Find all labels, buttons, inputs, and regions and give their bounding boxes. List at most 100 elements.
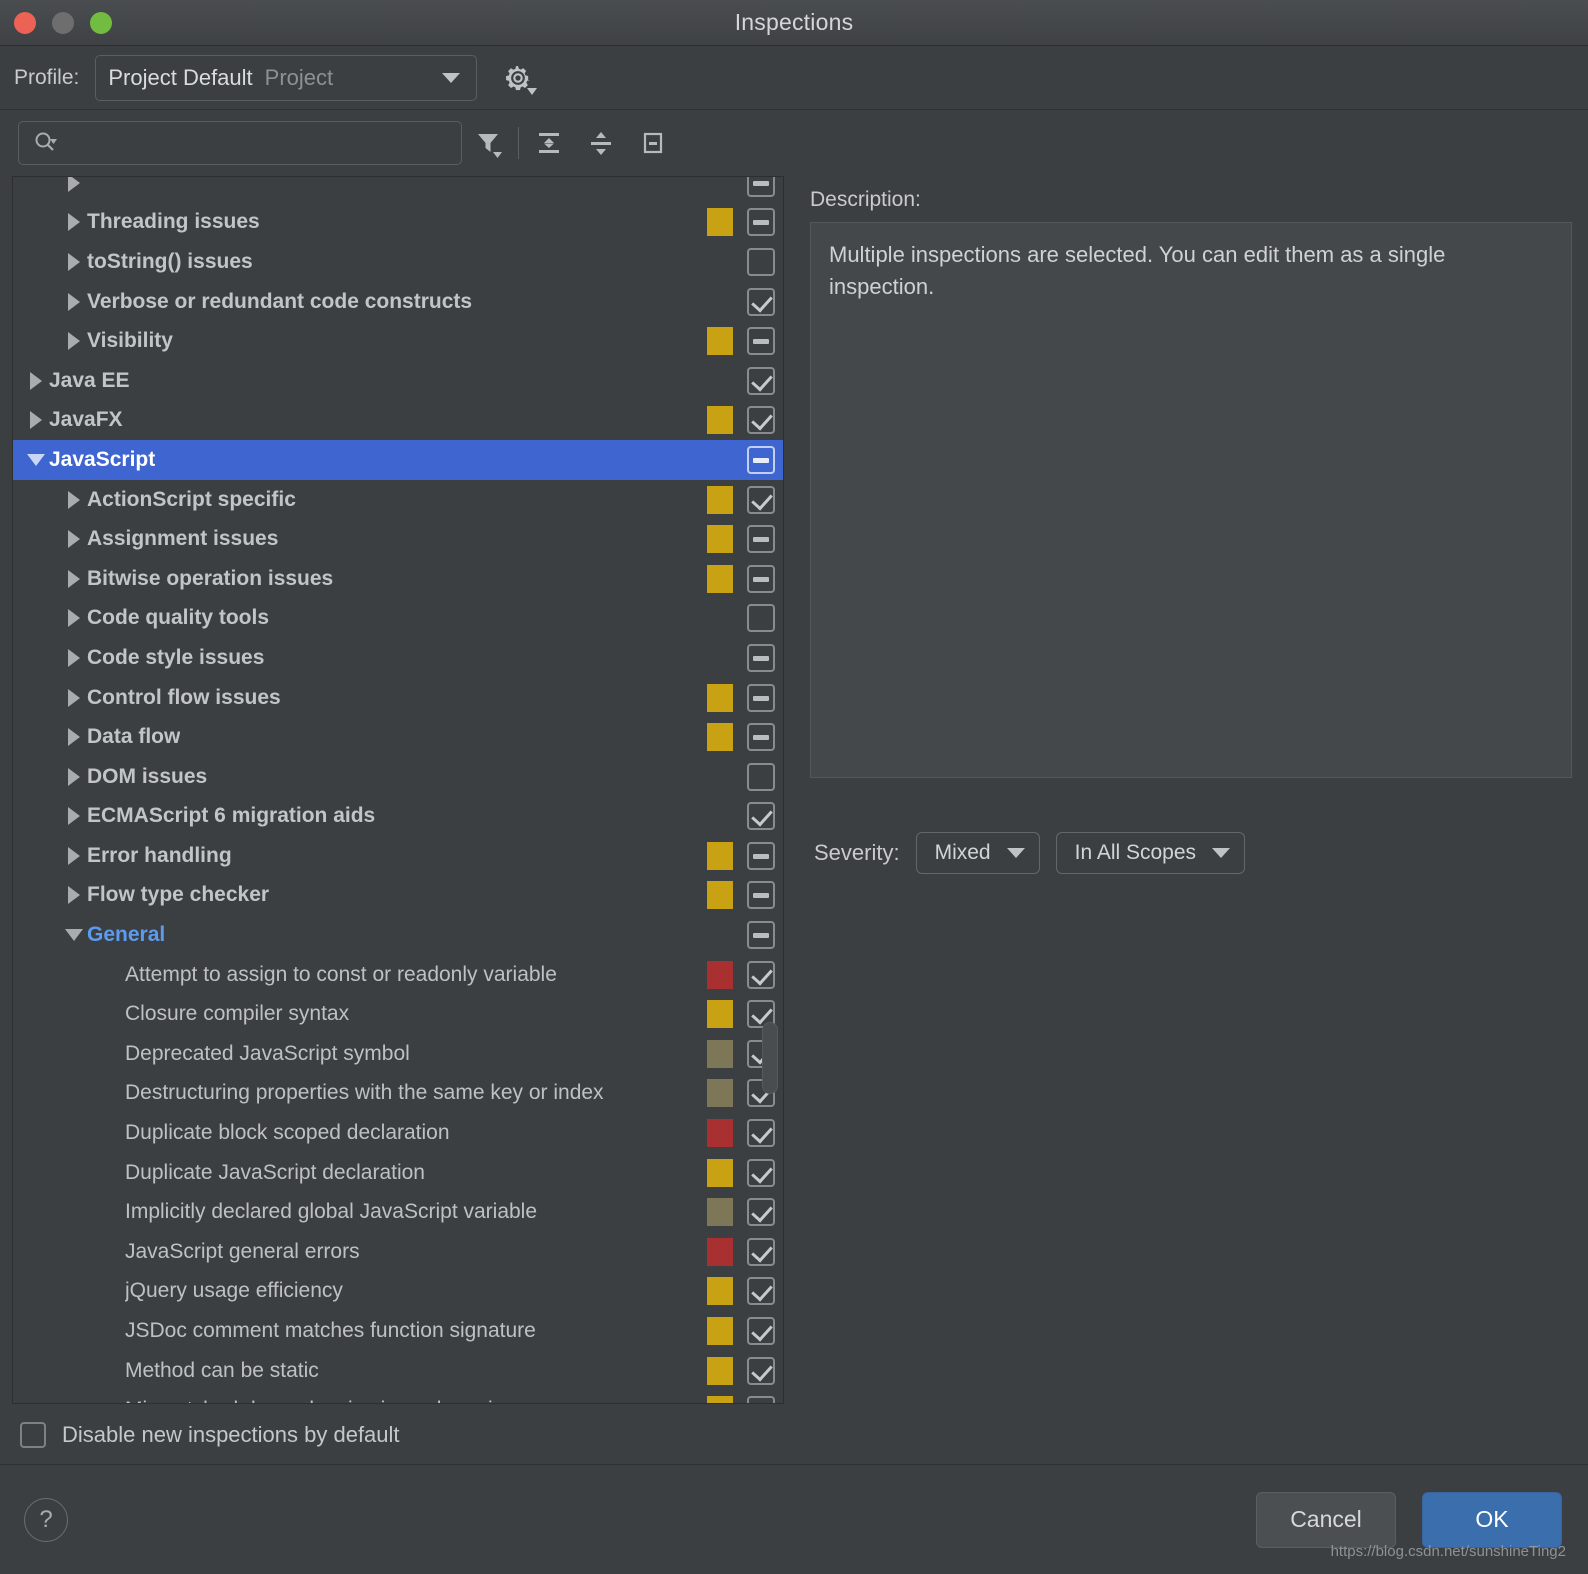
tree-row[interactable]: Code quality tools	[13, 599, 783, 639]
enable-inspection-checkbox[interactable]	[747, 841, 775, 870]
profile-settings-button[interactable]	[495, 56, 541, 100]
enable-inspection-checkbox[interactable]	[747, 1396, 775, 1403]
chevron-down-icon[interactable]	[61, 929, 87, 942]
severity-select[interactable]: Mixed	[915, 832, 1040, 874]
enable-inspection-checkbox[interactable]	[747, 604, 775, 633]
enable-inspection-checkbox[interactable]	[747, 762, 775, 791]
tree-row[interactable]: Mismatched dependencies in package.json	[13, 1390, 783, 1403]
tree-row[interactable]: JavaScript	[13, 440, 783, 480]
enable-inspection-checkbox[interactable]	[747, 247, 775, 276]
enable-inspection-checkbox[interactable]	[747, 177, 775, 197]
chevron-right-icon[interactable]	[61, 846, 87, 865]
minimize-button[interactable]	[52, 11, 74, 34]
tree-row[interactable]: Deprecated JavaScript symbol	[13, 1034, 783, 1074]
chevron-right-icon[interactable]	[61, 609, 87, 628]
enable-inspection-checkbox[interactable]	[747, 960, 775, 989]
tree-row[interactable]: Implicitly declared global JavaScript va…	[13, 1192, 783, 1232]
chevron-right-icon[interactable]	[61, 252, 87, 271]
ok-button[interactable]: OK	[1422, 1491, 1562, 1548]
zoom-button[interactable]	[90, 11, 112, 34]
scope-select[interactable]: In All Scopes	[1055, 832, 1246, 874]
tree-row[interactable]: Data flow	[13, 717, 783, 757]
tree-row[interactable]: Method can be static	[13, 1351, 783, 1391]
tree-row[interactable]: Assignment issues	[13, 519, 783, 559]
enable-inspection-checkbox[interactable]	[747, 327, 775, 356]
expand-all-button[interactable]	[523, 117, 575, 169]
enable-inspection-checkbox[interactable]	[747, 1119, 775, 1148]
enable-inspection-checkbox[interactable]	[747, 1317, 775, 1346]
chevron-right-icon[interactable]	[61, 332, 87, 351]
filter-button[interactable]	[462, 117, 514, 169]
tree-row[interactable]: JavaFX	[13, 401, 783, 441]
enable-inspection-checkbox[interactable]	[747, 287, 775, 316]
enable-inspection-checkbox[interactable]	[747, 1158, 775, 1187]
close-button[interactable]	[14, 11, 36, 34]
tree-row[interactable]: toString() issues	[13, 242, 783, 282]
tree-row[interactable]: General	[13, 915, 783, 955]
tree-row[interactable]: Control flow issues	[13, 678, 783, 718]
enable-inspection-checkbox[interactable]	[747, 802, 775, 831]
enable-inspection-checkbox[interactable]	[747, 208, 775, 237]
enable-inspection-checkbox[interactable]	[747, 564, 775, 593]
chevron-right-icon[interactable]	[61, 886, 87, 905]
chevron-right-icon[interactable]	[61, 569, 87, 588]
tree-row[interactable]: ActionScript specific	[13, 480, 783, 520]
chevron-right-icon[interactable]	[61, 490, 87, 509]
chevron-right-icon[interactable]	[61, 688, 87, 707]
enable-inspection-checkbox[interactable]	[747, 1356, 775, 1385]
profile-select[interactable]: Project Default Project	[95, 54, 478, 101]
tree-row[interactable]: Threading issues	[13, 203, 783, 243]
tree-row[interactable]: jQuery usage efficiency	[13, 1272, 783, 1312]
chevron-right-icon[interactable]	[61, 807, 87, 826]
chevron-right-icon[interactable]	[61, 292, 87, 311]
search-box[interactable]	[18, 121, 462, 165]
disable-new-inspections-checkbox[interactable]	[20, 1422, 46, 1448]
chevron-right-icon[interactable]	[61, 767, 87, 786]
enable-inspection-checkbox[interactable]	[747, 643, 775, 672]
enable-inspection-checkbox[interactable]	[747, 1277, 775, 1306]
help-button[interactable]: ?	[24, 1497, 68, 1542]
tree-row[interactable]: Attempt to assign to const or readonly v…	[13, 955, 783, 995]
tree-row[interactable]: Code style issues	[13, 638, 783, 678]
enable-inspection-checkbox[interactable]	[747, 683, 775, 712]
tree-row[interactable]: Duplicate block scoped declaration	[13, 1113, 783, 1153]
tree-row[interactable]: Closure compiler syntax	[13, 994, 783, 1034]
enable-inspection-checkbox[interactable]	[747, 406, 775, 435]
collapse-all-button[interactable]	[575, 117, 627, 169]
chevron-right-icon[interactable]	[61, 213, 87, 232]
tree-row[interactable]	[13, 177, 783, 203]
chevron-right-icon[interactable]	[61, 177, 87, 192]
chevron-right-icon[interactable]	[23, 411, 49, 430]
enable-inspection-checkbox[interactable]	[747, 445, 775, 474]
cancel-button[interactable]: Cancel	[1256, 1491, 1396, 1548]
enable-inspection-checkbox[interactable]	[747, 921, 775, 950]
tree-row[interactable]: Visibility	[13, 321, 783, 361]
search-input[interactable]	[63, 132, 461, 154]
chevron-right-icon[interactable]	[23, 371, 49, 390]
enable-inspection-checkbox[interactable]	[747, 1237, 775, 1266]
tree-row[interactable]: DOM issues	[13, 757, 783, 797]
chevron-right-icon[interactable]	[61, 728, 87, 747]
enable-inspection-checkbox[interactable]	[747, 485, 775, 514]
tree-row[interactable]: Error handling	[13, 836, 783, 876]
enable-inspection-checkbox[interactable]	[747, 723, 775, 752]
tree-row[interactable]: JavaScript general errors	[13, 1232, 783, 1272]
chevron-right-icon[interactable]	[61, 530, 87, 549]
tree-row[interactable]: Flow type checker	[13, 876, 783, 916]
tree-row[interactable]: Destructuring properties with the same k…	[13, 1074, 783, 1114]
tree-row[interactable]: Duplicate JavaScript declaration	[13, 1153, 783, 1193]
tree-row[interactable]: Bitwise operation issues	[13, 559, 783, 599]
tree-row[interactable]: Java EE	[13, 361, 783, 401]
chevron-right-icon[interactable]	[61, 648, 87, 667]
tree-row[interactable]: Verbose or redundant code constructs	[13, 282, 783, 322]
enable-inspection-checkbox[interactable]	[747, 881, 775, 910]
tree-row[interactable]: ECMAScript 6 migration aids	[13, 797, 783, 837]
inspections-tree[interactable]: Threading issues toString() issues Verbose…	[12, 176, 784, 1404]
enable-inspection-checkbox[interactable]	[747, 525, 775, 554]
enable-inspection-checkbox[interactable]	[747, 366, 775, 395]
show-only-enabled-button[interactable]	[627, 117, 679, 169]
tree-scrollbar[interactable]	[762, 1022, 778, 1094]
chevron-down-icon[interactable]	[23, 453, 49, 466]
tree-row[interactable]: JSDoc comment matches function signature	[13, 1311, 783, 1351]
enable-inspection-checkbox[interactable]	[747, 1198, 775, 1227]
